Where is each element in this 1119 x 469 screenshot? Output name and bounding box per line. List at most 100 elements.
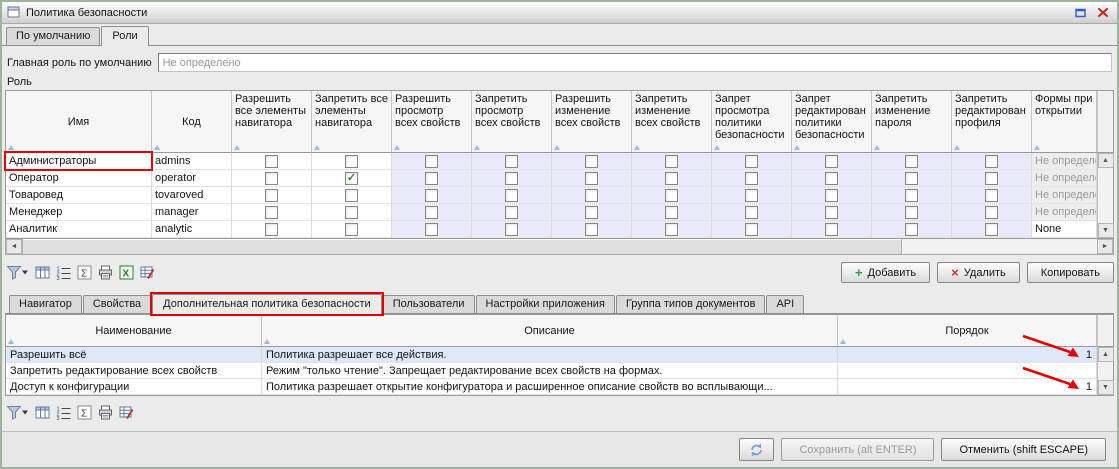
- checkbox-cell[interactable]: [472, 187, 552, 204]
- cancel-button[interactable]: Отменить (shift ESCAPE): [941, 438, 1106, 461]
- sum-button[interactable]: Σ: [76, 403, 93, 421]
- column-header[interactable]: Имя: [6, 91, 152, 152]
- checkbox[interactable]: [265, 189, 278, 202]
- excel-export-button[interactable]: X: [118, 264, 135, 282]
- checkbox-cell[interactable]: [232, 153, 312, 170]
- policy-order-cell[interactable]: 1: [838, 347, 1097, 363]
- column-header[interactable]: Запретить просмотр всех свойств: [472, 91, 552, 152]
- forms-on-open-cell[interactable]: None: [1032, 221, 1097, 238]
- role-name-cell[interactable]: Администраторы: [6, 153, 152, 170]
- checkbox[interactable]: [505, 155, 518, 168]
- scrollbar-track[interactable]: [902, 239, 1097, 254]
- checkbox[interactable]: [985, 172, 998, 185]
- checkbox[interactable]: [585, 189, 598, 202]
- checkbox-cell[interactable]: [472, 204, 552, 221]
- checkbox-cell[interactable]: [392, 187, 472, 204]
- roles-vertical-scrollbar[interactable]: ▲ ▼: [1097, 153, 1113, 238]
- policy-name-cell[interactable]: Запретить редактирование всех свойств: [6, 363, 262, 379]
- checkbox[interactable]: [745, 206, 758, 219]
- checkbox-cell[interactable]: [872, 187, 952, 204]
- scroll-right-arrow[interactable]: ►: [1097, 239, 1113, 254]
- checkbox[interactable]: [345, 223, 358, 236]
- checkbox-cell[interactable]: [792, 187, 872, 204]
- numbered-list-button[interactable]: 123: [55, 264, 72, 282]
- role-name-cell[interactable]: Товаровед: [6, 187, 152, 204]
- checkbox-cell[interactable]: [312, 204, 392, 221]
- checkbox-cell[interactable]: [952, 170, 1032, 187]
- checkbox-cell[interactable]: [952, 153, 1032, 170]
- checkbox-cell[interactable]: [632, 153, 712, 170]
- tab-api[interactable]: API: [766, 295, 804, 313]
- checkbox-cell[interactable]: [632, 187, 712, 204]
- role-code-cell[interactable]: operator: [152, 170, 232, 187]
- close-button[interactable]: [1094, 5, 1112, 20]
- checkbox[interactable]: [345, 189, 358, 202]
- policy-description-cell[interactable]: Режим "только чтение". Запрещает редакти…: [262, 363, 838, 379]
- columns-button[interactable]: [34, 264, 51, 282]
- checkbox[interactable]: [345, 206, 358, 219]
- checkbox[interactable]: [745, 223, 758, 236]
- role-name-cell[interactable]: Оператор: [6, 170, 152, 187]
- policy-order-cell[interactable]: [838, 363, 1097, 379]
- checkbox[interactable]: [505, 189, 518, 202]
- checkbox[interactable]: [425, 189, 438, 202]
- checkbox-cell[interactable]: [552, 187, 632, 204]
- checkbox[interactable]: [665, 172, 678, 185]
- tab-roles[interactable]: Роли: [101, 26, 148, 46]
- checkbox[interactable]: [585, 206, 598, 219]
- forms-on-open-cell[interactable]: Не определено: [1032, 170, 1097, 187]
- checkbox[interactable]: [585, 223, 598, 236]
- checkbox[interactable]: [505, 172, 518, 185]
- checkbox-cell[interactable]: [552, 204, 632, 221]
- checkbox-cell[interactable]: [632, 204, 712, 221]
- column-header[interactable]: Код: [152, 91, 232, 152]
- add-button[interactable]: + Добавить: [841, 262, 930, 283]
- role-code-cell[interactable]: admins: [152, 153, 232, 170]
- checkbox-cell[interactable]: [232, 204, 312, 221]
- checkbox-cell[interactable]: [472, 153, 552, 170]
- tab-additional-security-policy[interactable]: Дополнительная политика безопасности: [152, 294, 382, 314]
- role-code-cell[interactable]: tovaroved: [152, 187, 232, 204]
- column-header[interactable]: Запретить изменение пароля: [872, 91, 952, 152]
- checkbox[interactable]: [825, 155, 838, 168]
- checkbox-cell[interactable]: [232, 221, 312, 238]
- checkbox[interactable]: [905, 189, 918, 202]
- print-button[interactable]: [97, 264, 114, 282]
- checkbox-cell[interactable]: [552, 153, 632, 170]
- default-role-input[interactable]: [158, 53, 1112, 72]
- checkbox-cell[interactable]: [792, 170, 872, 187]
- grid-edit-button[interactable]: [118, 403, 135, 421]
- checkbox-cell[interactable]: [312, 221, 392, 238]
- numbered-list-button[interactable]: 123: [55, 403, 72, 421]
- checkbox-cell[interactable]: [472, 170, 552, 187]
- checkbox-cell[interactable]: [392, 221, 472, 238]
- role-name-cell[interactable]: Аналитик: [6, 221, 152, 238]
- checkbox[interactable]: [425, 223, 438, 236]
- checkbox[interactable]: [985, 206, 998, 219]
- checkbox[interactable]: [905, 172, 918, 185]
- print-button[interactable]: [97, 403, 114, 421]
- checkbox[interactable]: [825, 189, 838, 202]
- checkbox[interactable]: [265, 155, 278, 168]
- checkbox-cell[interactable]: [312, 187, 392, 204]
- checkbox[interactable]: [905, 155, 918, 168]
- column-header[interactable]: Порядок: [838, 315, 1097, 346]
- policy-name-cell[interactable]: Доступ к конфигурации: [6, 379, 262, 395]
- checkbox-cell[interactable]: [712, 187, 792, 204]
- copy-button[interactable]: Копировать: [1027, 262, 1114, 283]
- column-header[interactable]: Запретить изменение всех свойств: [632, 91, 712, 152]
- checkbox-cell[interactable]: [952, 204, 1032, 221]
- checkbox[interactable]: [665, 223, 678, 236]
- checkbox-cell[interactable]: [792, 221, 872, 238]
- checkbox-cell[interactable]: [872, 170, 952, 187]
- checkbox-cell[interactable]: [792, 153, 872, 170]
- tab-document-type-group[interactable]: Группа типов документов: [616, 295, 766, 313]
- checkbox-cell[interactable]: ✓: [312, 170, 392, 187]
- column-header[interactable]: Запретить все элементы навигатора: [312, 91, 392, 152]
- checkbox-cell[interactable]: [952, 221, 1032, 238]
- checkbox[interactable]: [505, 223, 518, 236]
- checkbox-cell[interactable]: [312, 153, 392, 170]
- grid-edit-button[interactable]: [139, 264, 156, 282]
- column-header[interactable]: Формы при открытии: [1032, 91, 1097, 152]
- scroll-left-arrow[interactable]: ◄: [6, 239, 22, 254]
